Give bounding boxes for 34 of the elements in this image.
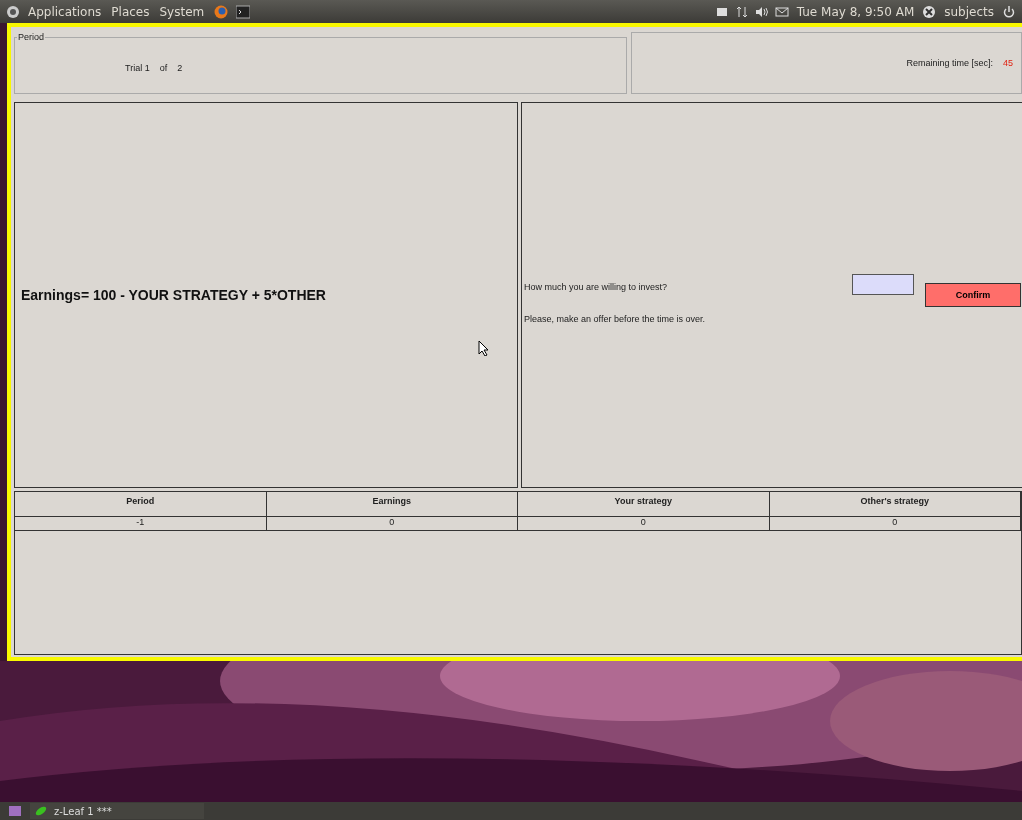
user-status-icon[interactable] [922, 4, 937, 19]
remaining-time-label: Remaining time [sec]: [906, 58, 993, 68]
offer-hint: Please, make an offer before the time is over. [524, 314, 706, 324]
table-cell: -1 [15, 517, 267, 531]
remaining-time-value: 45 [1003, 58, 1013, 68]
confirm-button[interactable]: Confirm [925, 283, 1021, 307]
invest-input-field[interactable] [852, 273, 914, 295]
period-legend: Period [17, 32, 45, 42]
menu-item[interactable]: Places [109, 4, 152, 19]
table-cell: 0 [769, 517, 1021, 531]
column-header: Other's strategy [769, 492, 1021, 517]
trial-total: 2 [177, 62, 183, 73]
terminal-icon[interactable] [236, 4, 251, 19]
column-header: Period [15, 492, 267, 517]
table-cell: 0 [266, 517, 518, 531]
earnings-formula: Earnings= 100 - YOUR STRATEGY + 5*OTHER [21, 287, 326, 303]
column-header: Your strategy [518, 492, 770, 517]
menu-item[interactable]: System [157, 4, 207, 19]
envelope-icon[interactable] [774, 4, 789, 19]
invest-question: How much you are willing to invest? [524, 282, 669, 292]
of-label: of [159, 62, 168, 73]
desktop-icon[interactable] [8, 804, 22, 818]
menu-item[interactable]: Applications [26, 4, 104, 19]
column-header: Earnings [266, 492, 518, 517]
leaf-icon [34, 804, 48, 818]
table-cell: 0 [518, 517, 770, 531]
trial-label: Trial 1 [125, 62, 150, 73]
network-arrows-icon[interactable] [734, 4, 749, 19]
power-icon[interactable] [1002, 4, 1016, 19]
user-name[interactable]: subjects [942, 4, 996, 19]
mouse-cursor-icon [478, 340, 489, 356]
ubuntu-logo-icon[interactable] [6, 4, 20, 19]
clock[interactable]: Tue May 8, 9:50 AM [794, 4, 917, 19]
taskbar-item[interactable]: z-Leaf 1 *** [30, 803, 204, 819]
